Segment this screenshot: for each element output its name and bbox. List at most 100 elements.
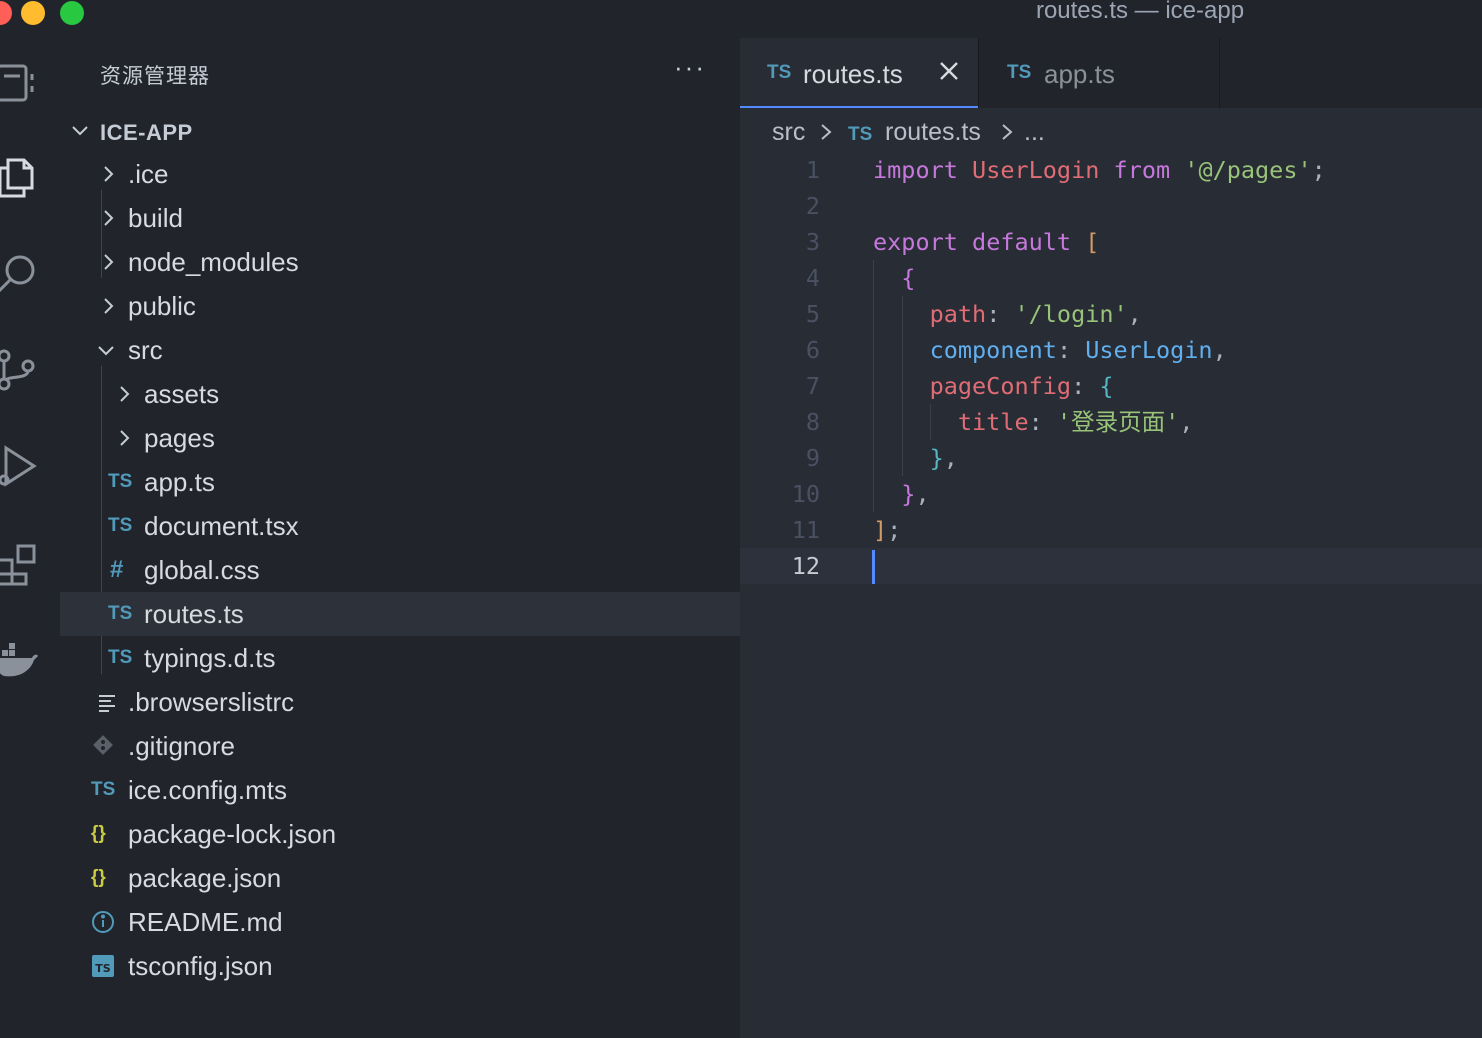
tree-item-label: pages [144,423,215,453]
code-text: title: '登录页面', [957,408,1194,436]
tree-folder-assets[interactable]: assets [60,372,740,416]
tree-item-label: app.ts [144,467,215,497]
code-line[interactable]: 10 }, [740,476,1482,512]
git-icon [93,735,113,755]
tree-item-label: ice.config.mts [128,775,287,805]
line-number: 9 [805,444,820,472]
breadcrumb-more[interactable]: ... [1024,117,1045,147]
breadcrumb-folder[interactable]: src [772,117,805,147]
tree-root-label: ICE-APP [100,120,193,145]
indent-guide [873,260,874,512]
editor-tabs: TS routes.ts TS app.ts [740,38,1482,108]
chevron-right-icon [1002,124,1013,140]
tree-folder-ice[interactable]: .ice [60,152,740,196]
tree-item-label: build [128,203,183,233]
tsconfig-file-icon: TS [92,955,114,977]
tree-file-browserslistrc[interactable]: .browserslistrc [60,680,740,724]
code-line[interactable]: 5 path: '/login', [740,296,1482,332]
text-lines-icon [99,695,115,712]
tree-file-ice-config-mts[interactable]: TS ice.config.mts [60,768,740,812]
code-line[interactable]: 6 component: UserLogin, [740,332,1482,368]
tab-routes-ts[interactable]: TS routes.ts [740,38,978,108]
tree-folder-src[interactable]: src [60,328,740,372]
line-number: 7 [805,372,820,400]
code-line[interactable]: 7 pageConfig: { [740,368,1482,404]
zoom-window-button[interactable] [60,1,84,25]
chevron-right-icon [104,254,114,270]
breadcrumb: src TS routes.ts ... [740,108,1482,154]
code-text: }, [901,480,930,508]
tree-file-tsconfig-json[interactable]: TS tsconfig.json [60,944,740,988]
chevron-right-icon [120,386,130,402]
code-line[interactable]: 1 import UserLogin from '@/pages'; [740,152,1482,188]
tree-file-routes-ts[interactable]: TS routes.ts [60,592,740,636]
line-number: 6 [805,336,820,364]
tree-file-typings-d-ts[interactable]: TS typings.d.ts [60,636,740,680]
docker-icon[interactable] [0,636,40,682]
tree-file-readme-md[interactable]: README.md [60,900,740,944]
tree-folder-build[interactable]: build [60,196,740,240]
code-line[interactable]: 4 { [740,260,1482,296]
chevron-right-icon [104,166,114,182]
line-number: 1 [805,156,820,184]
tab-app-ts[interactable]: TS app.ts [979,38,1219,108]
code-text: ]; [873,516,902,544]
line-number: 2 [805,192,820,220]
code-line[interactable]: 11]; [740,512,1482,548]
code-line[interactable]: 8 title: '登录页面', [740,404,1482,440]
explorer-icon[interactable] [0,60,40,106]
code-text: pageConfig: { [929,372,1114,400]
tree-folder-node-modules[interactable]: node_modules [60,240,740,284]
files-icon[interactable] [0,154,40,200]
breadcrumb-file[interactable]: routes.ts [885,117,981,147]
extensions-icon[interactable] [0,540,40,586]
sidebar-header: 资源管理器 ··· [60,38,740,108]
code-line[interactable]: 9 }, [740,440,1482,476]
chevron-right-icon [104,210,114,226]
typescript-file-icon: TS [108,603,133,624]
line-number: 4 [805,264,820,292]
tab-label: app.ts [1044,59,1115,89]
code-text: }, [929,444,958,472]
source-control-icon[interactable] [0,346,40,392]
typescript-file-icon: TS [108,471,133,492]
tree-file-package-lock-json[interactable]: {} package-lock.json [60,812,740,856]
svg-text:TS: TS [95,962,111,975]
tree-file-app-ts[interactable]: TS app.ts [60,460,740,504]
line-number: 3 [805,228,820,256]
search-icon[interactable] [0,248,40,294]
code-text: path: '/login', [929,300,1142,328]
close-window-button[interactable] [0,1,12,25]
tree-item-label: typings.d.ts [144,643,276,673]
tree-item-label: package-lock.json [128,819,337,849]
title-bar: routes.ts — ice-app [0,0,1482,38]
close-icon[interactable] [934,56,964,86]
json-file-icon: {} [91,867,106,888]
tree-item-label: assets [144,379,220,409]
tree-folder-pages[interactable]: pages [60,416,740,460]
tree-root-ice-app[interactable]: ICE-APP [60,108,740,152]
tree-item-label: public [128,291,196,321]
tab-separator [1219,38,1220,108]
code-line[interactable]: 2 [740,188,1482,224]
info-icon [92,911,114,933]
chevron-down-icon [72,126,88,136]
more-actions-button[interactable]: ··· [674,52,706,83]
tree-file-document-tsx[interactable]: TS document.tsx [60,504,740,548]
run-debug-icon[interactable] [0,442,40,488]
typescript-file-icon: TS [767,62,792,83]
editor-area: TS routes.ts TS app.ts src TS routes.ts … [740,38,1482,1038]
tree-file-gitignore[interactable]: .gitignore [60,724,740,768]
tree-item-label: .ice [128,159,169,189]
code-line[interactable]: 3 export default [ [740,224,1482,260]
typescript-file-icon: TS [108,647,133,668]
json-file-icon: {} [91,823,106,844]
tree-file-global-css[interactable]: # global.css [60,548,740,592]
code-line[interactable]: 12 [740,548,1482,584]
line-number: 8 [805,408,820,436]
tree-file-package-json[interactable]: {} package.json [60,856,740,900]
tree-folder-public[interactable]: public [60,284,740,328]
minimize-window-button[interactable] [21,1,45,25]
tree-item-label: routes.ts [144,599,244,629]
indent-guide [902,296,903,476]
